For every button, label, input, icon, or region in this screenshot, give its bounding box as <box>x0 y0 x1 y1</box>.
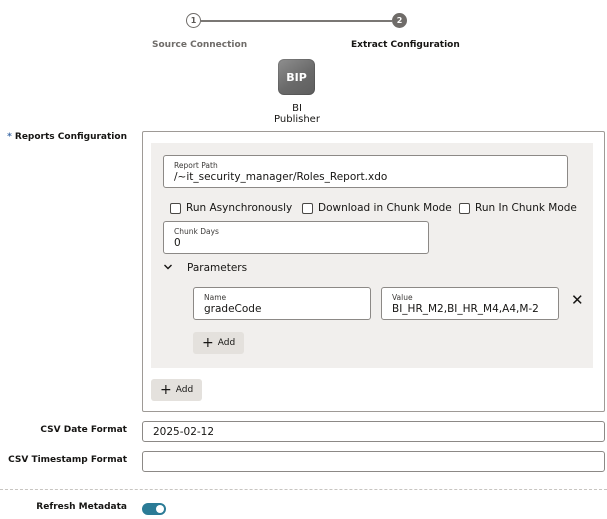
plus-icon: + <box>160 382 172 398</box>
chunk-days-field[interactable]: Chunk Days 0 <box>163 221 429 254</box>
step-1-number: 1 <box>190 16 197 25</box>
run-asynchronously-checkbox[interactable]: Run Asynchronously <box>170 202 292 214</box>
csv-timestamp-format-input[interactable] <box>142 451 605 472</box>
report-path-label: Report Path <box>174 161 218 170</box>
step-2-label[interactable]: Extract Configuration <box>351 40 460 50</box>
add-report-label: Add <box>175 385 194 395</box>
stepper-connector <box>201 20 392 22</box>
step-2-number: 2 <box>396 16 403 25</box>
chunk-days-label: Chunk Days <box>174 227 219 236</box>
run-asynchronously-label: Run Asynchronously <box>186 202 293 214</box>
reports-configuration-label: * Reports Configuration <box>7 132 127 142</box>
refresh-metadata-label: Refresh Metadata <box>36 502 127 512</box>
parameters-title[interactable]: Parameters <box>187 262 247 274</box>
parameter-name-field[interactable]: Name gradeCode <box>193 287 371 320</box>
chevron-down-icon[interactable] <box>163 262 173 272</box>
step-1-label[interactable]: Source Connection <box>152 40 247 50</box>
download-in-chunk-mode-label: Download in Chunk Mode <box>318 202 452 214</box>
download-in-chunk-mode-checkbox[interactable]: Download in Chunk Mode <box>302 202 452 214</box>
checkbox-box[interactable] <box>302 202 313 214</box>
parameter-name-value: gradeCode <box>204 303 262 315</box>
bi-publisher-logo: BIP <box>278 59 315 95</box>
required-indicator: * <box>7 132 12 142</box>
bip-logo-text: BIP <box>286 70 307 84</box>
reports-configuration-label-text: Reports Configuration <box>14 132 127 142</box>
parameter-name-label: Name <box>204 293 227 302</box>
parameter-value-field[interactable]: Value BI_HR_M2,BI_HR_M4,A4,M-2 <box>381 287 559 320</box>
toggle-knob <box>156 505 164 513</box>
remove-parameter-icon[interactable]: ✕ <box>571 293 584 308</box>
run-in-chunk-mode-checkbox[interactable]: Run In Chunk Mode <box>459 202 577 214</box>
refresh-metadata-toggle[interactable] <box>142 503 166 515</box>
checkbox-box[interactable] <box>170 202 181 214</box>
csv-date-format-value: 2025-02-12 <box>153 425 215 438</box>
run-in-chunk-mode-label: Run In Chunk Mode <box>475 202 577 214</box>
report-path-field[interactable]: Report Path /~it_security_manager/Roles_… <box>163 155 568 188</box>
add-parameter-label: Add <box>217 338 236 348</box>
source-name: BI Publisher <box>274 103 320 125</box>
plus-icon: + <box>202 335 214 351</box>
step-1-indicator[interactable]: 1 <box>186 13 201 28</box>
add-parameter-button[interactable]: + Add <box>193 332 245 354</box>
section-divider <box>0 489 607 490</box>
step-2-indicator[interactable]: 2 <box>392 13 407 28</box>
parameter-value-label: Value <box>392 293 413 302</box>
chunk-days-value: 0 <box>174 237 181 249</box>
add-report-button[interactable]: + Add <box>151 379 203 401</box>
report-path-value: /~it_security_manager/Roles_Report.xdo <box>174 171 388 183</box>
checkbox-box[interactable] <box>459 202 470 214</box>
csv-date-format-label: CSV Date Format <box>40 425 127 435</box>
csv-date-format-input[interactable]: 2025-02-12 <box>142 421 605 442</box>
csv-timestamp-format-label: CSV Timestamp Format <box>8 455 127 465</box>
parameter-value-value: BI_HR_M2,BI_HR_M4,A4,M-2 <box>392 303 539 315</box>
